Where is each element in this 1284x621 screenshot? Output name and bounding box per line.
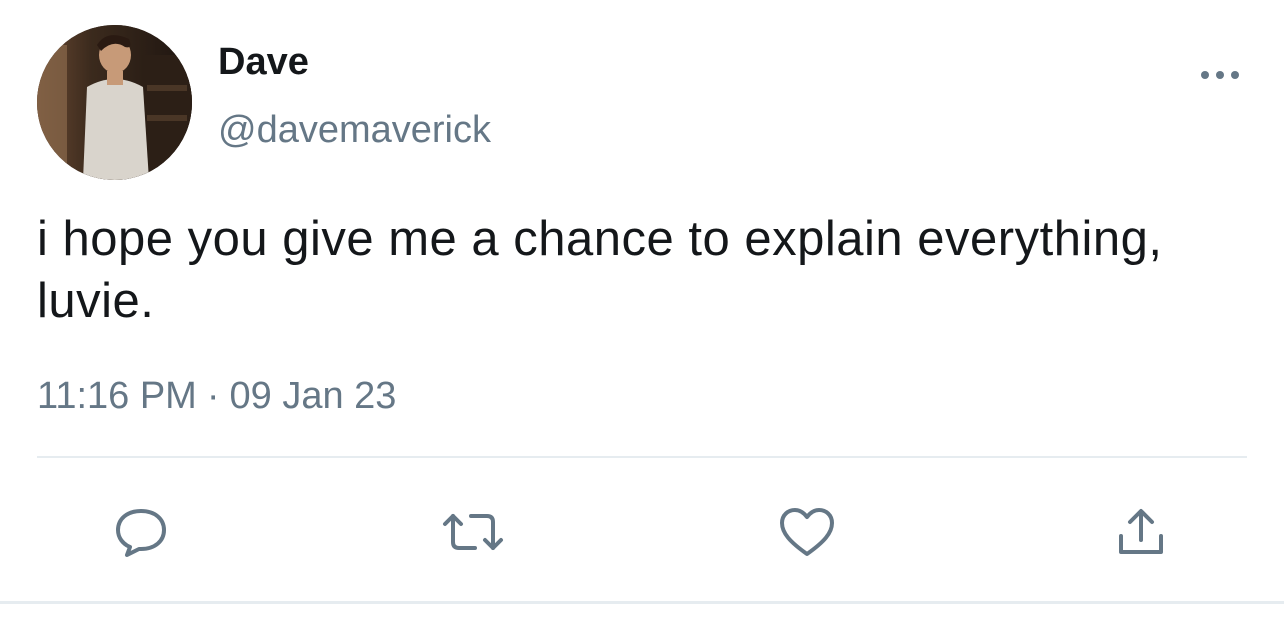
author-handle[interactable]: @davemaverick [218,108,491,152]
ellipsis-icon [1201,71,1239,79]
author-display-name[interactable]: Dave [218,40,309,84]
tweet-date: 09 Jan 23 [229,375,397,417]
reply-button[interactable] [109,500,173,564]
more-options-button[interactable] [1196,60,1244,90]
like-button[interactable] [775,500,839,564]
tweet-card: Dave @davemaverick i hope you give me a … [0,0,1284,621]
reply-icon [116,509,166,557]
bottom-divider [0,601,1284,604]
tweet-text: i hope you give me a chance to explain e… [37,212,1163,328]
retweet-icon [443,514,503,550]
tweet-timestamp[interactable]: 11:16 PM · 09 Jan 23 [37,372,396,420]
share-icon [1119,509,1163,554]
heart-icon [780,508,834,556]
tweet-time: 11:16 PM [37,375,197,417]
divider [37,456,1247,458]
share-button[interactable] [1109,500,1173,564]
timestamp-separator: · [206,375,220,417]
retweet-button[interactable] [441,500,505,564]
avatar[interactable] [37,25,192,180]
avatar-photo [37,25,192,180]
